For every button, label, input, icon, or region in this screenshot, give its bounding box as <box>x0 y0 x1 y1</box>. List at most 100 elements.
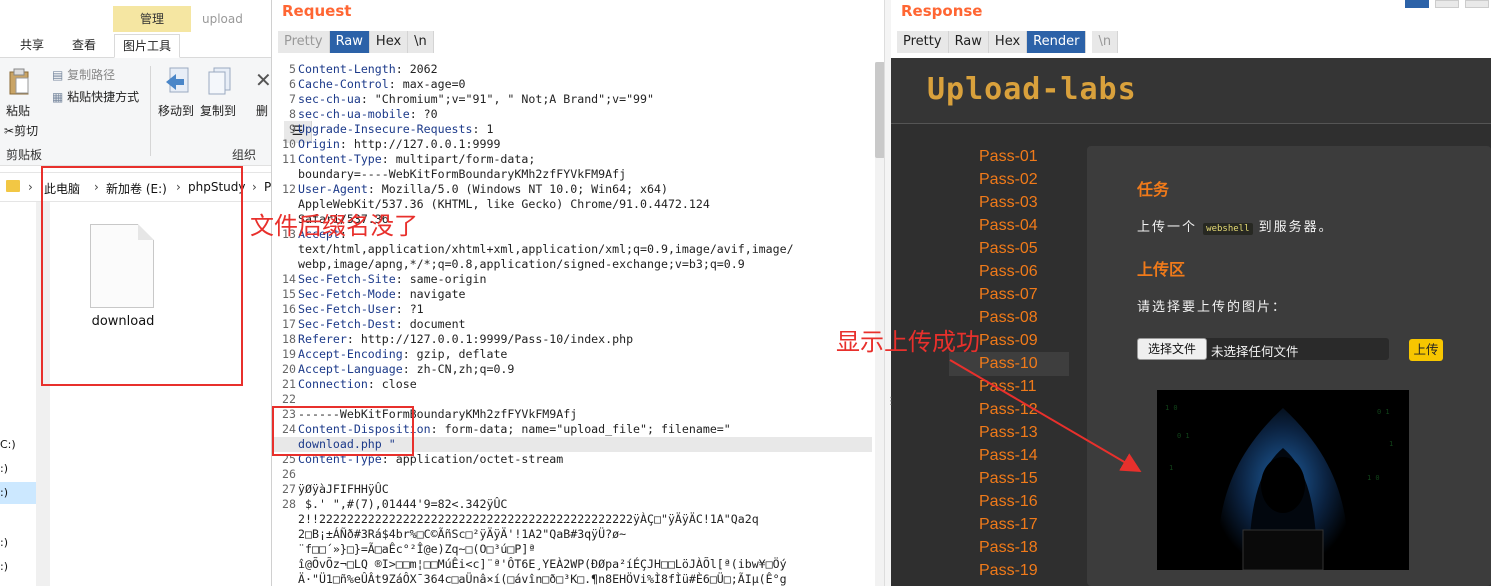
menu-item-pass[interactable]: Pass-05 <box>979 240 1038 258</box>
nav-drive-selected[interactable]: :) <box>0 482 36 504</box>
menu-item-pass[interactable]: Pass-09 <box>979 332 1038 350</box>
header-value: ¨f□□´»}□}=Ã□aÊc°²Î@e)Zq~□(O□³ú□P]ª <box>298 542 536 556</box>
paste-shortcut-icon: ▦ <box>52 90 64 104</box>
code-text: User-Agent: Mozilla/5.0 (Windows NT 10.0… <box>298 182 668 196</box>
tab-pretty[interactable]: Pretty <box>278 31 330 53</box>
code-line: 2!!2222222222222222222222222222222222222… <box>272 512 872 527</box>
breadcrumb-next[interactable]: Р <box>264 180 271 194</box>
header-value: $.' ",#(7),01444'9=82<.342ÿÛC <box>298 497 508 511</box>
code-line: 7 sec-ch-ua: "Chromium";v="91", " Not;A B… <box>272 92 872 107</box>
file-input[interactable]: 选择文件 未选择任何文件 <box>1137 338 1389 360</box>
menu-item-pass[interactable]: Pass-12 <box>979 401 1038 419</box>
layout-button-horizontal[interactable] <box>1435 0 1459 8</box>
line-number: 10 <box>282 137 296 151</box>
line-number: 22 <box>282 392 296 406</box>
menu-item-pass[interactable]: Pass-15 <box>979 470 1038 488</box>
tab-newline[interactable]: \n <box>1092 31 1119 53</box>
paste-shortcut-label: 粘贴快捷方式 <box>67 90 140 104</box>
nav-drive[interactable]: :) <box>0 560 8 573</box>
header-value: form-data; name="upload_file"; filename=… <box>437 422 731 436</box>
cut-button[interactable]: ✂剪切 <box>4 122 38 139</box>
menu-item-pass[interactable]: Pass-13 <box>979 424 1038 442</box>
menu-item-pass[interactable]: Pass-16 <box>979 493 1038 511</box>
code-text: Origin: http://127.0.0.1:9999 <box>298 137 501 151</box>
menu-item-pass[interactable]: Pass-02 <box>979 171 1038 189</box>
code-text: Sec-Fetch-Site: same-origin <box>298 272 487 286</box>
delete-button[interactable]: 删 <box>256 102 268 119</box>
nav-drive[interactable]: :) <box>0 536 8 549</box>
menu-item-pass[interactable]: Pass-06 <box>979 263 1038 281</box>
code-text: Referer: http://127.0.0.1:9999/Pass-10/i… <box>298 332 634 346</box>
menu-item-pass[interactable]: Pass-18 <box>979 539 1038 557</box>
header-value: http://127.0.0.1:9999/Pass-10/index.php <box>353 332 634 346</box>
line-number: 14 <box>282 272 296 286</box>
copy-to-icon <box>208 67 231 95</box>
annotation-suffix-lost: 文件后缀名没了 <box>250 212 418 240</box>
paste-shortcut-button[interactable]: ▦ 粘贴快捷方式 <box>52 88 139 105</box>
tab-manage[interactable]: 管理 <box>113 6 191 32</box>
tab-share[interactable]: 共享 <box>12 34 52 58</box>
header-value: Ä·"Ü1□ñ%eÛÂt9ZáÔX¯364c□aÜnâ×í(□ávîn□ð□³K… <box>298 572 787 586</box>
line-number: 15 <box>282 287 296 301</box>
layout-buttons <box>1403 0 1491 8</box>
tab-raw[interactable]: Raw <box>948 31 989 53</box>
tab-newline[interactable]: \n <box>408 31 434 53</box>
code-text: Sec-Fetch-Mode: navigate <box>298 287 466 301</box>
line-number: 21 <box>282 377 296 391</box>
menu-item-pass[interactable]: Pass-07 <box>979 286 1038 304</box>
splitter-grip-icon[interactable]: ⋮ <box>886 396 896 407</box>
move-to-button[interactable]: 移动到 <box>158 102 194 119</box>
copy-path-button[interactable]: ▤ 复制路径 <box>52 66 115 83</box>
code-text: Accept-Language: zh-CN,zh;q=0.9 <box>298 362 515 376</box>
code-line: 14 Sec-Fetch-Site: same-origin <box>272 272 872 287</box>
code-line: 21 Connection: close <box>272 377 872 392</box>
no-file-label: 未选择任何文件 <box>1211 344 1299 359</box>
menu-item-pass[interactable]: Pass-19 <box>979 562 1038 580</box>
response-title: Response <box>901 2 983 20</box>
response-view-toolbar: Pretty Raw Hex Render \n ☰ <box>897 31 1119 143</box>
menu-item-pass[interactable]: Pass-17 <box>979 516 1038 534</box>
menu-item-pass[interactable]: Pass-14 <box>979 447 1038 465</box>
menu-item-pass[interactable]: Pass-03 <box>979 194 1038 212</box>
nav-drive[interactable]: :) <box>0 462 8 475</box>
task-heading: 任务 <box>1137 180 1170 199</box>
menu-item-pass[interactable]: Pass-08 <box>979 309 1038 327</box>
svg-text:0 1: 0 1 <box>1177 432 1190 440</box>
code-text: Ä·"Ü1□ñ%eÛÂt9ZáÔX¯364c□aÜnâ×í(□ávîn□ð□³K… <box>298 572 787 586</box>
request-editor[interactable]: 5 Content-Length: 2062 6 Cache-Control: max… <box>272 62 872 586</box>
menu-item-pass[interactable]: Pass-04 <box>979 217 1038 235</box>
tab-picture-tools[interactable]: 图片工具 <box>114 34 181 58</box>
code-line: 22 <box>272 392 872 407</box>
layout-button-vertical[interactable] <box>1465 0 1489 8</box>
line-number <box>272 542 298 557</box>
copy-to-button[interactable]: 复制到 <box>200 102 236 119</box>
line-number: 18 <box>282 332 296 346</box>
pane-splitter[interactable] <box>884 0 891 586</box>
tab-hex[interactable]: Hex <box>369 31 409 53</box>
code-line: 16 Sec-Fetch-User: ?1 <box>272 302 872 317</box>
upload-heading: 上传区 <box>1137 260 1186 279</box>
paste-button[interactable]: 粘贴 <box>6 102 30 119</box>
move-to-icon <box>166 67 189 93</box>
copy-path-icon: ▤ <box>52 68 64 82</box>
header-key: Content-Length <box>298 62 396 76</box>
tab-pretty[interactable]: Pretty <box>897 31 949 53</box>
code-line: 26 <box>272 467 872 482</box>
header-key: Origin <box>298 137 340 151</box>
tab-hex[interactable]: Hex <box>988 31 1028 53</box>
code-line: 12 User-Agent: Mozilla/5.0 (Windows NT 10… <box>272 182 872 197</box>
tab-raw[interactable]: Raw <box>329 31 370 53</box>
tab-render[interactable]: Render <box>1027 31 1087 53</box>
upload-button[interactable]: 上传 <box>1409 339 1443 361</box>
header-key: Sec-Fetch-Dest <box>298 317 396 331</box>
navigation-pane: ˄ C:) :) :) :) :) <box>0 202 45 586</box>
line-number <box>272 512 298 527</box>
nav-drive-c[interactable]: C:) <box>0 438 16 451</box>
menu-item-pass[interactable]: Pass-11 <box>979 378 1037 396</box>
line-number: 17 <box>282 317 296 331</box>
menu-item-pass[interactable]: Pass-01 <box>979 148 1038 166</box>
line-number: 26 <box>282 467 296 481</box>
tab-view[interactable]: 查看 <box>64 34 104 58</box>
choose-file-button[interactable]: 选择文件 <box>1137 338 1207 360</box>
layout-button-split[interactable] <box>1405 0 1429 8</box>
